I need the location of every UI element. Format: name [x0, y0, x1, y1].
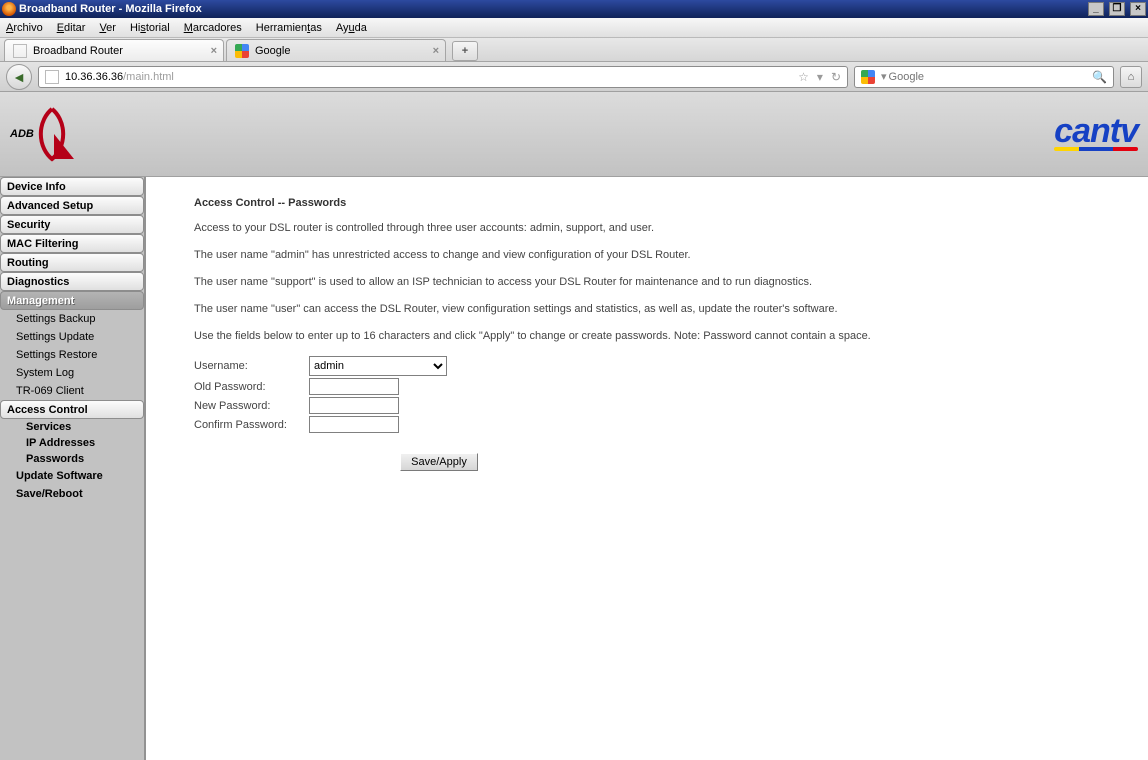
new-password-input[interactable] [309, 397, 399, 414]
maximize-button[interactable]: ❐ [1109, 2, 1125, 16]
sidebar-item-mac-filtering[interactable]: MAC Filtering [0, 234, 144, 253]
bookmark-star-icon[interactable]: ☆ [798, 70, 809, 84]
adb-text: ADB [10, 128, 34, 140]
dropdown-icon[interactable]: ▾ [817, 70, 823, 84]
instructions-text: Use the fields below to enter up to 16 c… [194, 329, 1100, 344]
admin-text: The user name "admin" has unrestricted a… [194, 248, 1100, 263]
google-icon [235, 44, 249, 58]
tab-label: Google [255, 45, 290, 57]
home-button[interactable]: ⌂ [1120, 66, 1142, 88]
window-title: Broadband Router - Mozilla Firefox [19, 3, 202, 15]
sidebar-item-management[interactable]: Management [0, 291, 144, 310]
old-password-input[interactable] [309, 378, 399, 395]
url-field[interactable]: 10.36.36.36/main.html ☆ ▾ ↻ [38, 66, 848, 88]
minimize-button[interactable]: _ [1088, 2, 1104, 16]
menu-herramientas[interactable]: Herramientas [256, 22, 322, 34]
menu-ver[interactable]: Ver [99, 22, 116, 34]
confirm-password-input[interactable] [309, 416, 399, 433]
browser-tabbar: Broadband Router × Google × + [0, 38, 1148, 62]
confirm-password-label: Confirm Password: [194, 419, 309, 431]
sidebar-sub-settings-update[interactable]: Settings Update [0, 328, 144, 346]
sidebar-item-routing[interactable]: Routing [0, 253, 144, 272]
sidebar: Device Info Advanced Setup Security MAC … [0, 177, 146, 760]
content-area: Access Control -- Passwords Access to yo… [146, 177, 1148, 760]
new-password-label: New Password: [194, 400, 309, 412]
menu-historial[interactable]: Historial [130, 22, 170, 34]
sidebar-sub-services[interactable]: Services [0, 419, 144, 435]
tab-google[interactable]: Google × [226, 39, 446, 61]
menu-archivo[interactable]: Archivo [6, 22, 43, 34]
brand-header: ADB cantv [0, 92, 1148, 177]
sidebar-item-advanced-setup[interactable]: Advanced Setup [0, 196, 144, 215]
username-select[interactable]: admin [309, 356, 447, 376]
sidebar-sub-settings-backup[interactable]: Settings Backup [0, 310, 144, 328]
firefox-icon [2, 2, 16, 16]
menu-editar[interactable]: Editar [57, 22, 86, 34]
sidebar-sub-update-software[interactable]: Update Software [0, 467, 144, 485]
search-icon[interactable]: 🔍 [1092, 70, 1107, 84]
sidebar-sub-tr069[interactable]: TR-069 Client [0, 382, 144, 400]
sidebar-sub-save-reboot[interactable]: Save/Reboot [0, 485, 144, 503]
close-tab-icon[interactable]: × [211, 45, 217, 57]
browser-urlbar: ◄ 10.36.36.36/main.html ☆ ▾ ↻ ▾ 🔍 ⌂ [0, 62, 1148, 92]
menu-ayuda[interactable]: Ayuda [336, 22, 367, 34]
new-tab-button[interactable]: + [452, 41, 478, 61]
google-icon [861, 70, 875, 84]
page-heading: Access Control -- Passwords [194, 197, 1100, 209]
sidebar-sub-access-control[interactable]: Access Control [0, 400, 144, 419]
tab-label: Broadband Router [33, 45, 123, 57]
sidebar-item-diagnostics[interactable]: Diagnostics [0, 272, 144, 291]
search-field[interactable]: ▾ 🔍 [854, 66, 1114, 88]
adb-logo: ADB [10, 104, 82, 164]
url-path: /main.html [123, 71, 174, 83]
sidebar-sub-system-log[interactable]: System Log [0, 364, 144, 382]
user-text: The user name "user" can access the DSL … [194, 302, 1100, 317]
sidebar-sub-passwords[interactable]: Passwords [0, 451, 144, 467]
save-apply-button[interactable]: Save/Apply [400, 453, 478, 471]
menu-marcadores[interactable]: Marcadores [184, 22, 242, 34]
window-controls: _ ❐ × [1086, 2, 1146, 16]
page-icon [45, 70, 59, 84]
sidebar-item-device-info[interactable]: Device Info [0, 177, 144, 196]
back-button[interactable]: ◄ [6, 64, 32, 90]
cantv-logo: cantv [1054, 117, 1138, 151]
cantv-text: cantv [1054, 117, 1138, 145]
password-form: Username: admin Old Password: New Passwo… [194, 356, 1100, 471]
tab-broadband-router[interactable]: Broadband Router × [4, 39, 224, 61]
sidebar-item-security[interactable]: Security [0, 215, 144, 234]
page-icon [13, 44, 27, 58]
dropdown-icon[interactable]: ▾ [881, 70, 887, 83]
sidebar-sub-settings-restore[interactable]: Settings Restore [0, 346, 144, 364]
browser-menubar: Archivo Editar Ver Historial Marcadores … [0, 18, 1148, 38]
sidebar-sub-ip-addresses[interactable]: IP Addresses [0, 435, 144, 451]
close-tab-icon[interactable]: × [433, 45, 439, 57]
window-titlebar: Broadband Router - Mozilla Firefox _ ❐ × [0, 0, 1148, 18]
old-password-label: Old Password: [194, 381, 309, 393]
reload-icon[interactable]: ↻ [831, 70, 841, 84]
close-button[interactable]: × [1130, 2, 1146, 16]
url-host: 10.36.36.36 [65, 71, 123, 83]
search-input[interactable] [889, 71, 1093, 83]
username-label: Username: [194, 360, 309, 372]
support-text: The user name "support" is used to allow… [194, 275, 1100, 290]
intro-text: Access to your DSL router is controlled … [194, 221, 1100, 236]
